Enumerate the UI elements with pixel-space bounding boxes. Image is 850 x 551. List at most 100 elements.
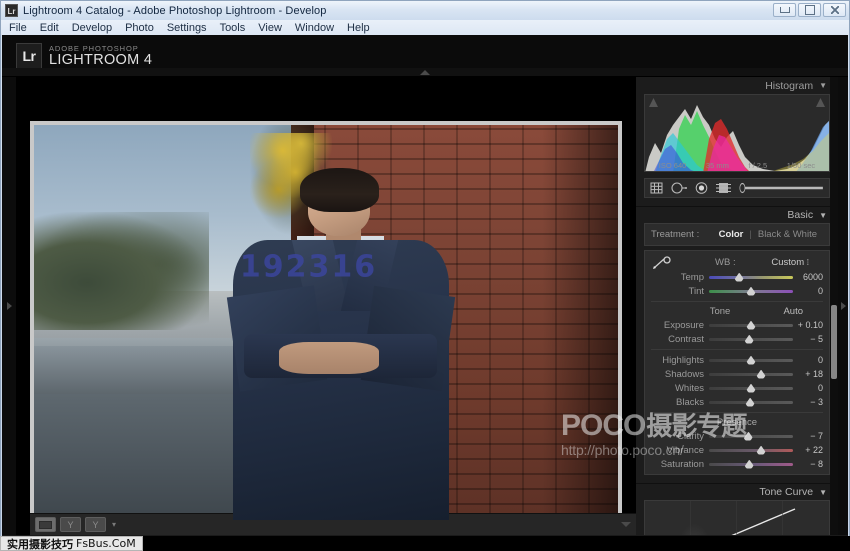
slider-label-highlights: Highlights xyxy=(651,355,709,366)
menu-edit[interactable]: Edit xyxy=(40,22,59,34)
close-button[interactable] xyxy=(823,3,846,17)
tone-subheader: Tone Auto xyxy=(645,305,829,318)
develop-photo[interactable]: 192316 xyxy=(34,125,618,520)
chevron-down-icon[interactable]: ▼ xyxy=(819,211,827,220)
menu-develop[interactable]: Develop xyxy=(72,22,112,34)
menu-help[interactable]: Help xyxy=(347,22,370,34)
slider-label-contrast: Contrast xyxy=(651,334,709,345)
scrollbar-thumb[interactable] xyxy=(831,305,837,379)
wb-preset-value[interactable]: Custom ⁞ xyxy=(771,257,809,268)
window-titlebar: Lr Lightroom 4 Catalog - Adobe Photoshop… xyxy=(1,1,849,20)
menu-tools[interactable]: Tools xyxy=(220,22,246,34)
toolbar-right xyxy=(621,522,631,527)
slider-row-saturation[interactable]: Saturation − 8 xyxy=(645,457,829,471)
taskbar-item-label-cn: 实用摄影技巧 xyxy=(7,536,73,551)
menu-view[interactable]: View xyxy=(258,22,282,34)
slider-row-exposure[interactable]: Exposure + 0.10 xyxy=(645,318,829,332)
slider-label-vibrance: Vibrance xyxy=(651,445,709,456)
slider-row-contrast[interactable]: Contrast − 5 xyxy=(645,332,829,346)
histogram-title: Histogram xyxy=(765,80,813,92)
app-icon: Lr xyxy=(5,4,18,17)
slider-row-whites[interactable]: Whites 0 xyxy=(645,381,829,395)
treatment-row: Treatment : Color | Black & White xyxy=(645,227,829,242)
slider-track-temp[interactable] xyxy=(709,273,793,282)
photo-wall-shadow xyxy=(542,125,618,520)
survey-icon[interactable]: Y xyxy=(85,517,106,532)
menubar: File Edit Develop Photo Settings Tools V… xyxy=(1,20,849,35)
slider-row-tint[interactable]: Tint 0 xyxy=(645,284,829,298)
section-divider xyxy=(651,349,823,350)
lightroom-window: Lr Lightroom 4 Catalog - Adobe Photoshop… xyxy=(0,0,850,551)
chevron-down-icon[interactable]: ▼ xyxy=(819,488,827,497)
maximize-button[interactable] xyxy=(798,3,821,17)
histogram-exif: ISO 640 35 mm f / 2.5 1/50 sec xyxy=(645,161,829,170)
adjustment-brush-icon[interactable] xyxy=(739,182,824,194)
slider-track-clarity[interactable] xyxy=(709,432,793,441)
photo-watermark-number: 192316 xyxy=(240,250,377,285)
slider-label-temp: Temp xyxy=(651,272,709,283)
identity-plate[interactable]: Lr ADOBE PHOTOSHOP LIGHTROOM 4 xyxy=(16,43,152,69)
tone-curve-header[interactable]: Tone Curve ▼ xyxy=(636,483,838,500)
right-panel-collapse[interactable] xyxy=(838,77,848,535)
windows-taskbar: 实用摄影技巧 FsBus.CoM xyxy=(0,536,850,551)
slider-track-contrast[interactable] xyxy=(709,335,793,344)
crop-overlay-icon[interactable] xyxy=(650,182,663,194)
slider-track-tint[interactable] xyxy=(709,287,793,296)
slider-row-blacks[interactable]: Blacks − 3 xyxy=(645,395,829,409)
menu-photo[interactable]: Photo xyxy=(125,22,154,34)
red-eye-icon[interactable] xyxy=(695,182,708,194)
photo-cars xyxy=(34,338,233,393)
photo-frame: 192316 xyxy=(30,121,622,524)
graduated-filter-icon[interactable] xyxy=(716,182,731,194)
slider-rail xyxy=(709,449,793,452)
slider-value-saturation: − 8 xyxy=(793,459,823,469)
right-panel-scrollbar[interactable] xyxy=(830,77,838,535)
menu-file[interactable]: File xyxy=(9,22,27,34)
slider-track-saturation[interactable] xyxy=(709,460,793,469)
slider-row-vibrance[interactable]: Vibrance + 22 xyxy=(645,443,829,457)
scroll-down-icon[interactable] xyxy=(621,522,631,527)
auto-tone-button[interactable]: Auto xyxy=(783,306,803,317)
section-divider xyxy=(651,301,823,302)
window-controls xyxy=(773,3,846,17)
treatment-color-option[interactable]: Color xyxy=(719,229,744,240)
minimize-button[interactable] xyxy=(773,3,796,17)
slider-value-tint: 0 xyxy=(793,286,823,296)
chevron-down-icon[interactable]: ▾ xyxy=(112,520,116,529)
lr-badge-icon: Lr xyxy=(16,43,42,69)
lightroom-app: Lr ADOBE PHOTOSHOP LIGHTROOM 4 Library |… xyxy=(2,35,848,535)
treatment-bw-option[interactable]: Black & White xyxy=(758,229,817,240)
menu-settings[interactable]: Settings xyxy=(167,22,207,34)
slider-track-shadows[interactable] xyxy=(709,370,793,379)
collapse-top-panel-icon[interactable] xyxy=(420,70,430,75)
left-panel-collapse[interactable] xyxy=(2,77,16,535)
slider-track-exposure[interactable] xyxy=(709,321,793,330)
slider-label-tint: Tint xyxy=(651,286,709,297)
loupe-view-icon[interactable] xyxy=(35,517,56,532)
slider-track-blacks[interactable] xyxy=(709,398,793,407)
expand-left-panel-icon[interactable] xyxy=(7,302,12,310)
slider-row-clarity[interactable]: Clarity − 7 xyxy=(645,429,829,443)
eyedropper-icon[interactable] xyxy=(651,256,673,273)
slider-track-vibrance[interactable] xyxy=(709,446,793,455)
chevron-down-icon[interactable]: ▼ xyxy=(819,81,827,90)
right-panel: Histogram ▼ xyxy=(636,77,838,535)
slider-value-contrast: − 5 xyxy=(793,334,823,344)
slider-row-shadows[interactable]: Shadows + 18 xyxy=(645,367,829,381)
menu-window[interactable]: Window xyxy=(295,22,334,34)
taskbar-item[interactable]: 实用摄影技巧 FsBus.CoM xyxy=(0,536,143,551)
slider-value-blacks: − 3 xyxy=(793,397,823,407)
slider-row-highlights[interactable]: Highlights 0 xyxy=(645,353,829,367)
slider-track-whites[interactable] xyxy=(709,384,793,393)
develop-tool-strip xyxy=(644,178,830,198)
expand-right-panel-icon[interactable] xyxy=(841,302,846,310)
basic-panel-header[interactable]: Basic ▼ xyxy=(636,206,838,223)
photo-subject-hands xyxy=(279,342,378,374)
histogram-header[interactable]: Histogram ▼ xyxy=(636,77,838,94)
spot-removal-icon[interactable] xyxy=(671,182,687,194)
compare-glyph: Y xyxy=(67,520,73,530)
histogram-graph[interactable]: ISO 640 35 mm f / 2.5 1/50 sec xyxy=(644,94,830,172)
top-panel-collapse-bar[interactable] xyxy=(2,68,848,77)
compare-icon[interactable]: Y xyxy=(60,517,81,532)
slider-track-highlights[interactable] xyxy=(709,356,793,365)
